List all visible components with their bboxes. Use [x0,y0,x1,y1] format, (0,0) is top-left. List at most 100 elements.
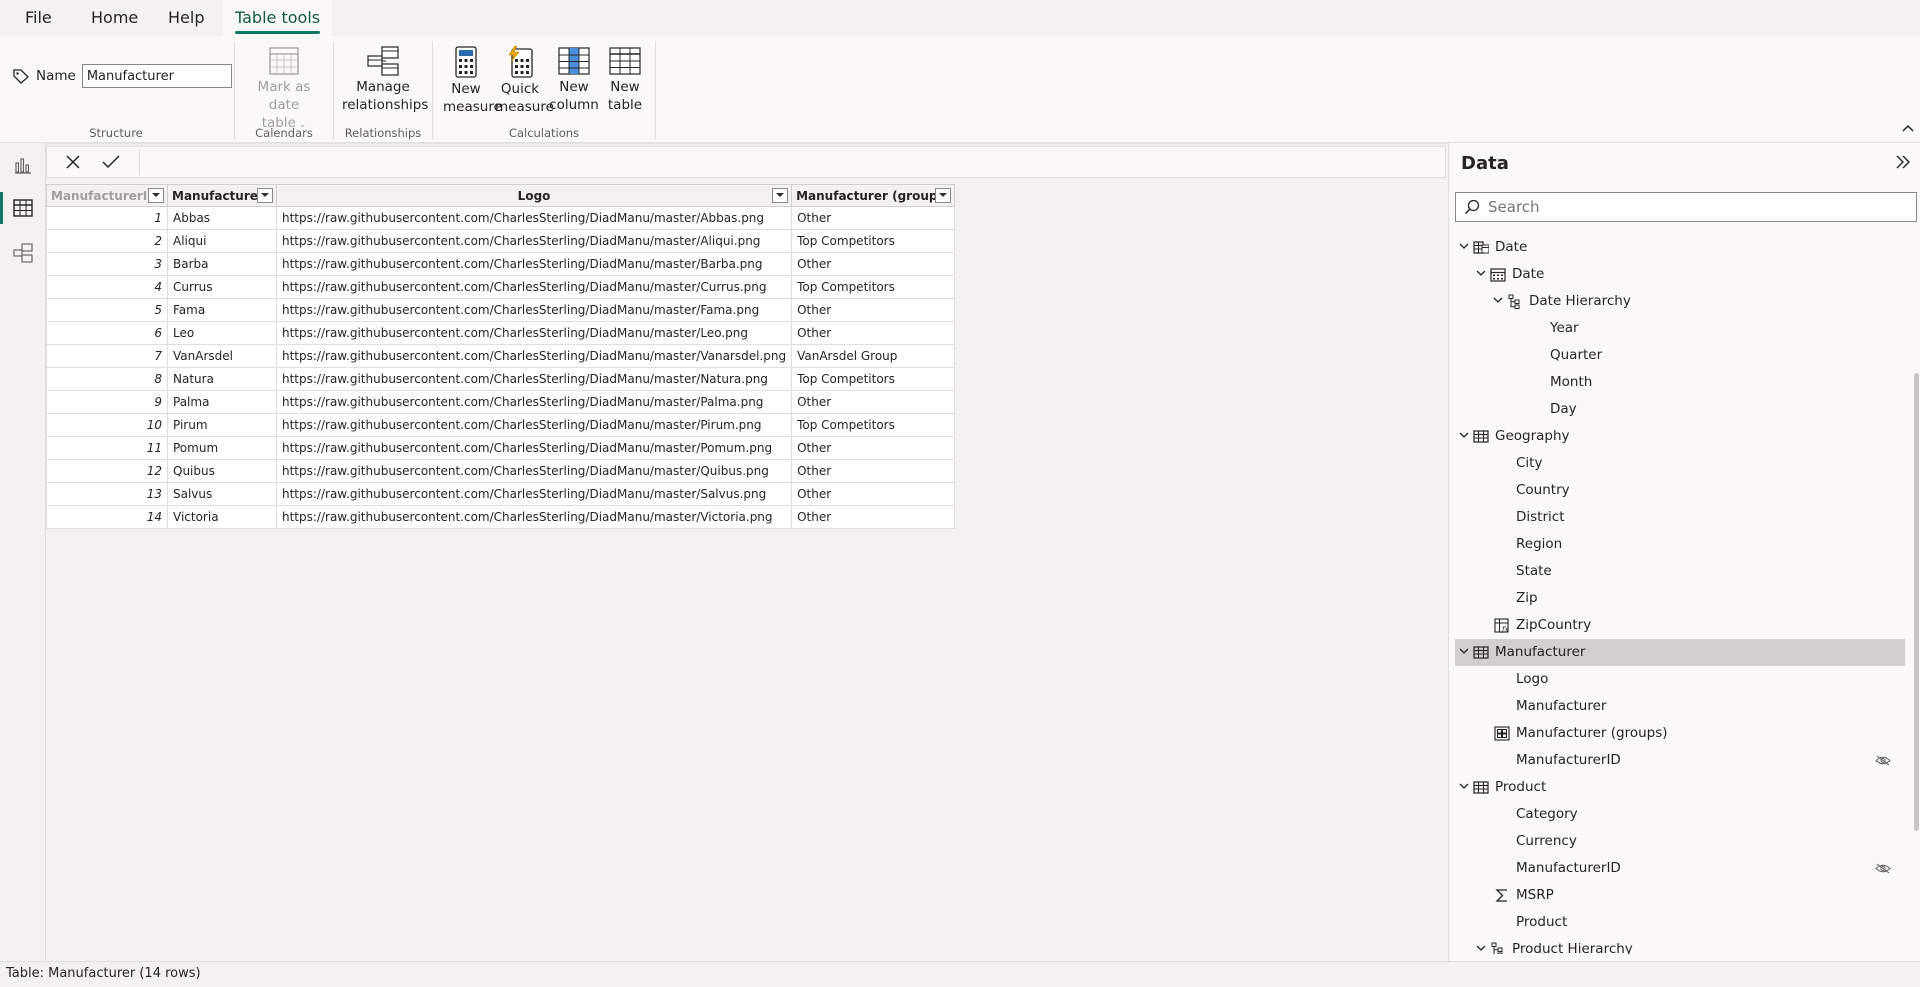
cell-manufacturer[interactable]: Leo [167,321,277,345]
tree-item[interactable]: Manufacturer [1455,693,1905,720]
pane-scrollbar[interactable] [1914,373,1919,831]
table-row[interactable]: 10 Pirum https://raw.githubusercontent.com… [46,413,956,437]
cell-manufacturerid[interactable]: 2 [46,229,168,253]
collapse-pane-icon[interactable] [1895,155,1911,169]
filter-dropdown-icon[interactable] [772,188,789,203]
table-row[interactable]: 14 Victoria https://raw.githubusercontent.… [46,505,956,529]
cell-manufacturer[interactable]: VanArsdel [167,344,277,368]
commit-formula-button[interactable] [99,151,123,173]
cell-manufacturer-groups[interactable]: Top Competitors [791,413,956,437]
chevron-down-icon[interactable] [1459,781,1469,791]
cell-manufacturer-groups[interactable]: Other [791,436,956,460]
tree-item[interactable]: Manufacturer (groups) [1455,720,1905,747]
hidden-eye-icon[interactable] [1875,863,1891,874]
cell-logo[interactable]: https://raw.githubusercontent.com/Charle… [275,459,793,483]
column-header-logo[interactable]: Logo [275,184,793,207]
cell-manufacturerid[interactable]: 8 [46,367,168,391]
tree-item[interactable]: Logo [1455,666,1905,693]
cell-manufacturerid[interactable]: 13 [46,482,168,506]
cell-manufacturer[interactable]: Barba [167,252,277,276]
cell-manufacturer[interactable]: Fama [167,298,277,322]
cell-manufacturerid[interactable]: 10 [46,413,168,437]
column-header-manufacturer-groups[interactable]: Manufacturer (groups) [791,184,956,207]
tree-item[interactable]: Product [1455,909,1905,936]
new-column-button[interactable]: New column [549,46,599,114]
model-view-button[interactable] [0,233,45,273]
cell-manufacturerid[interactable]: 5 [46,298,168,322]
tree-item[interactable]: Date [1455,234,1905,261]
cell-manufacturer-groups[interactable]: Other [791,459,956,483]
cell-manufacturer[interactable]: Currus [167,275,277,299]
cell-logo[interactable]: https://raw.githubusercontent.com/Charle… [275,344,793,368]
cell-manufacturerid[interactable]: 12 [46,459,168,483]
cell-logo[interactable]: https://raw.githubusercontent.com/Charle… [275,413,793,437]
cell-manufacturer-groups[interactable]: Other [791,505,956,529]
data-search-input[interactable] [1486,197,1890,217]
quick-measure-button[interactable]: Quick measure [495,46,554,116]
tree-item[interactable]: Manufacturer [1455,639,1905,666]
column-header-manufacturerid[interactable]: ManufacturerID [46,184,168,207]
table-row[interactable]: 9 Palma https://raw.githubusercontent.com/… [46,390,956,414]
cell-logo[interactable]: https://raw.githubusercontent.com/Charle… [275,482,793,506]
tree-item[interactable]: Quarter [1455,342,1905,369]
cell-manufacturerid[interactable]: 11 [46,436,168,460]
tree-item[interactable]: City [1455,450,1905,477]
cell-manufacturerid[interactable]: 1 [46,206,168,230]
tree-item[interactable]: MSRP [1455,882,1905,909]
cell-manufacturer-groups[interactable]: Top Competitors [791,367,956,391]
new-measure-button[interactable]: New measure [443,46,502,116]
table-name-input[interactable] [81,64,232,88]
cell-manufacturer[interactable]: Pirum [167,413,277,437]
tab-file[interactable]: File [25,0,52,36]
cell-manufacturer[interactable]: Abbas [167,206,277,230]
table-row[interactable]: 4 Currus https://raw.githubusercontent.com… [46,275,956,299]
cell-manufacturer-groups[interactable]: Other [791,298,956,322]
cell-manufacturer-groups[interactable]: Top Competitors [791,275,956,299]
cancel-formula-button[interactable] [61,151,85,173]
tree-item[interactable]: Month [1455,369,1905,396]
cell-logo[interactable]: https://raw.githubusercontent.com/Charle… [275,436,793,460]
cell-logo[interactable]: https://raw.githubusercontent.com/Charle… [275,298,793,322]
cell-manufacturerid[interactable]: 4 [46,275,168,299]
tree-item[interactable]: Product [1455,774,1905,801]
cell-manufacturer-groups[interactable]: Other [791,252,956,276]
table-row[interactable]: 1 Abbas https://raw.githubusercontent.com/… [46,206,956,230]
table-view-button[interactable] [0,188,45,228]
cell-manufacturer-groups[interactable]: Other [791,390,956,414]
cell-manufacturer-groups[interactable]: Other [791,321,956,345]
cell-logo[interactable]: https://raw.githubusercontent.com/Charle… [275,275,793,299]
cell-manufacturerid[interactable]: 3 [46,252,168,276]
cell-manufacturerid[interactable]: 9 [46,390,168,414]
tree-item[interactable]: ManufacturerID [1455,747,1905,774]
cell-logo[interactable]: https://raw.githubusercontent.com/Charle… [275,505,793,529]
tree-item[interactable]: Product Hierarchy [1455,936,1905,954]
cell-manufacturer-groups[interactable]: VanArsdel Group [791,344,956,368]
filter-dropdown-icon[interactable] [257,188,273,203]
cell-manufacturer-groups[interactable]: Top Competitors [791,229,956,253]
cell-logo[interactable]: https://raw.githubusercontent.com/Charle… [275,206,793,230]
filter-dropdown-icon[interactable] [148,188,164,203]
chevron-down-icon[interactable] [1459,646,1469,656]
tree-item[interactable]: Country [1455,477,1905,504]
cell-manufacturer[interactable]: Quibus [167,459,277,483]
cell-logo[interactable]: https://raw.githubusercontent.com/Charle… [275,321,793,345]
report-view-button[interactable] [0,145,45,185]
tree-item[interactable]: ManufacturerID [1455,855,1905,882]
table-row[interactable]: 5 Fama https://raw.githubusercontent.com/C… [46,298,956,322]
cell-manufacturerid[interactable]: 14 [46,505,168,529]
tab-home[interactable]: Home [91,0,138,36]
column-header-manufacturer[interactable]: Manufacturer [167,184,277,207]
tree-item[interactable]: Region [1455,531,1905,558]
tree-item[interactable]: fx ZipCountry [1455,612,1905,639]
tree-item[interactable]: Date Hierarchy [1455,288,1905,315]
collapse-ribbon-icon[interactable] [1902,124,1914,132]
tree-item[interactable]: Category [1455,801,1905,828]
hidden-eye-icon[interactable] [1875,755,1891,766]
tree-item[interactable]: District [1455,504,1905,531]
cell-logo[interactable]: https://raw.githubusercontent.com/Charle… [275,367,793,391]
table-row[interactable]: 3 Barba https://raw.githubusercontent.com/… [46,252,956,276]
tree-item[interactable]: Year [1455,315,1905,342]
cell-manufacturer[interactable]: Victoria [167,505,277,529]
cell-logo[interactable]: https://raw.githubusercontent.com/Charle… [275,229,793,253]
cell-manufacturer-groups[interactable]: Other [791,206,956,230]
